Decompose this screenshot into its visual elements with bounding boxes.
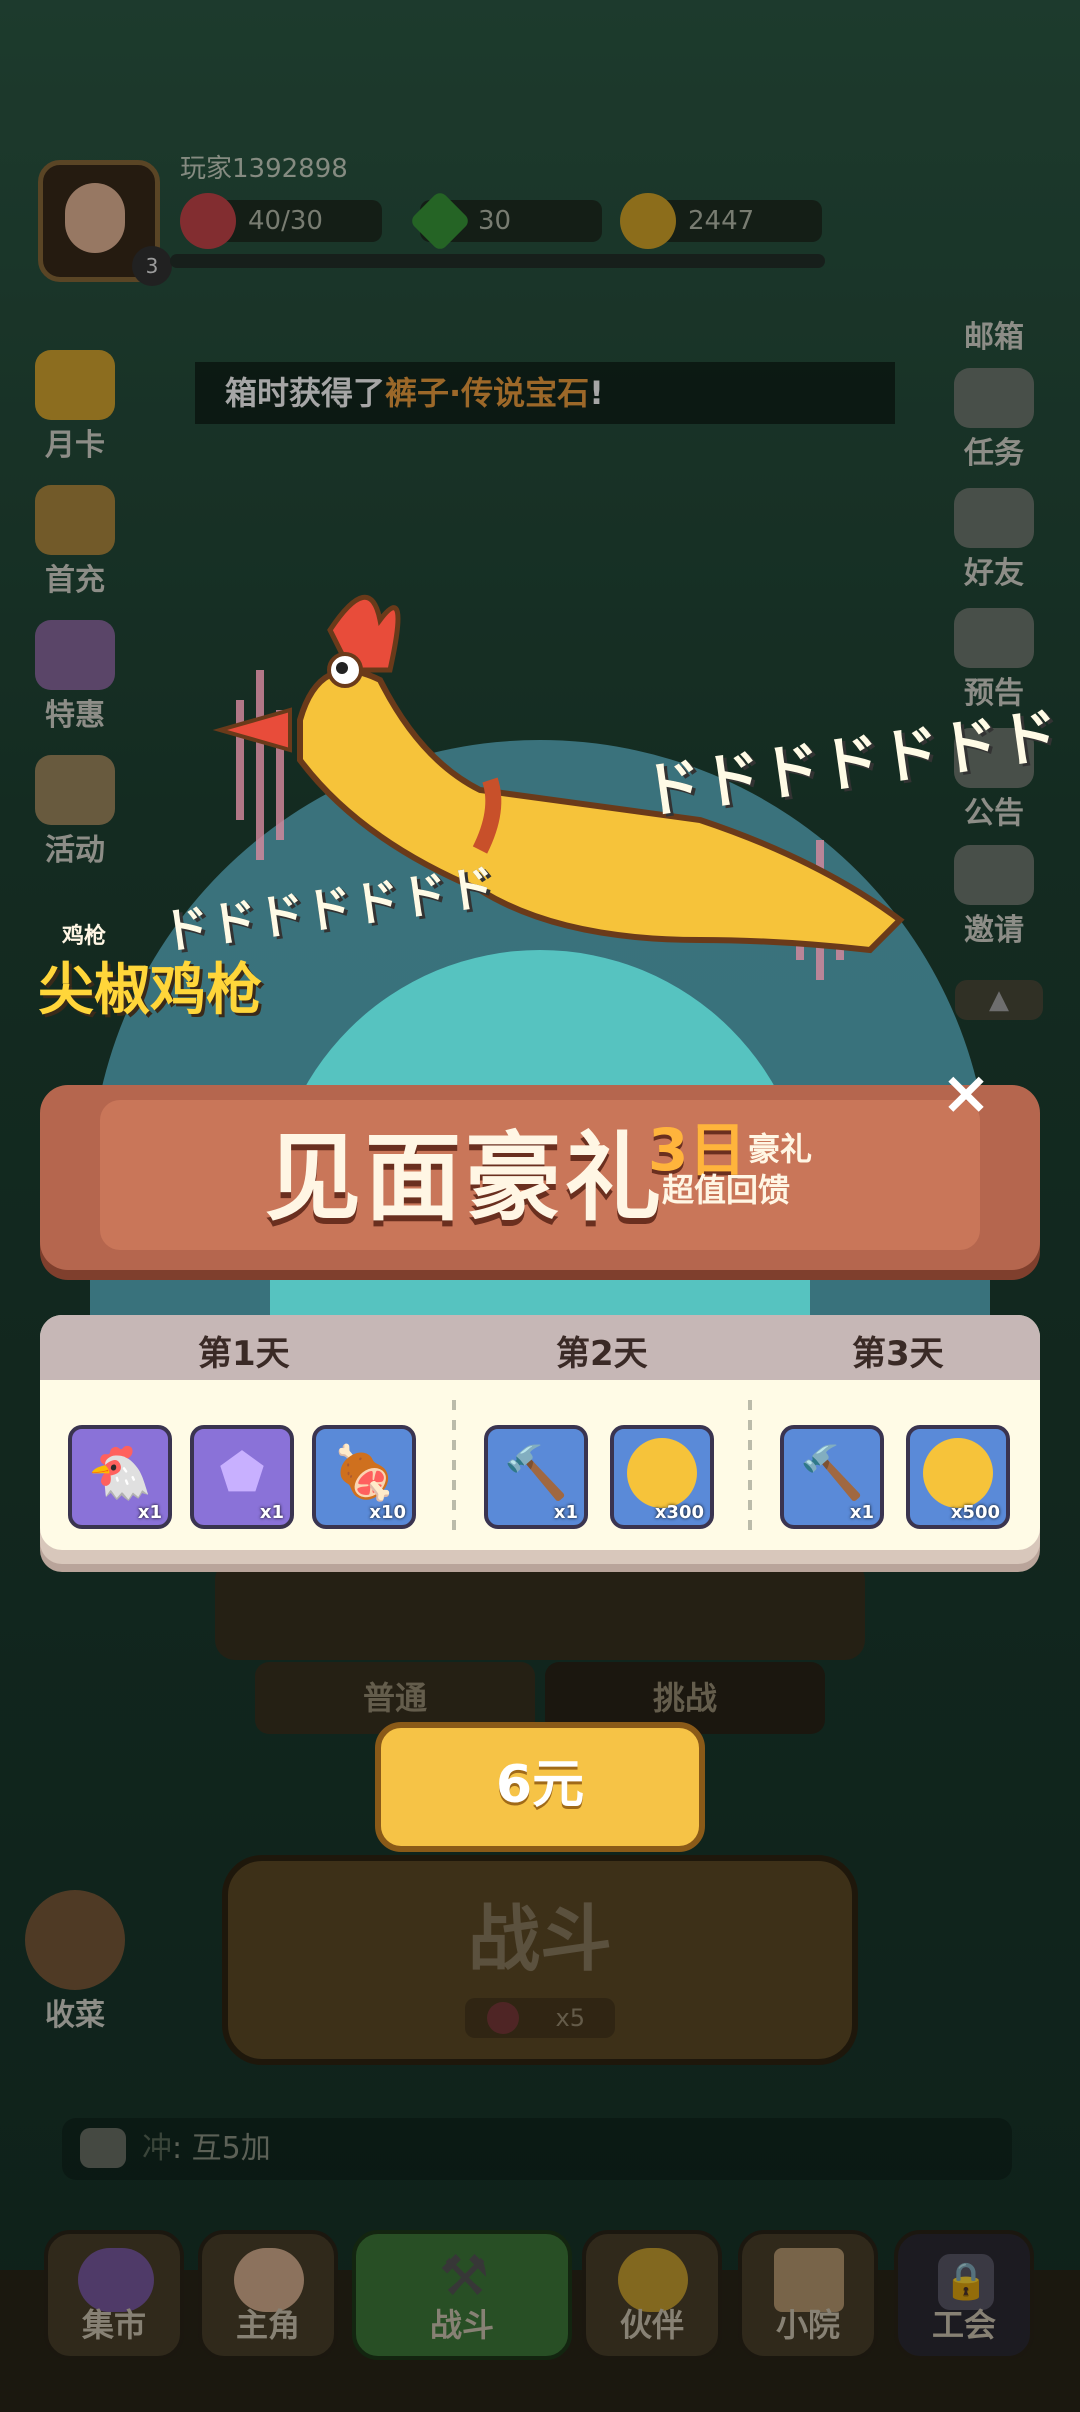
reward-item[interactable]: 🔨 x1 xyxy=(780,1425,884,1529)
reward-item[interactable]: ⬟ x1 xyxy=(190,1425,294,1529)
reward-item[interactable]: x300 xyxy=(610,1425,714,1529)
modal-badge-label: 豪礼 xyxy=(748,1130,813,1168)
day3-label: 第3天 xyxy=(852,1334,944,1374)
coin-icon xyxy=(923,1438,993,1509)
reward-qty: x1 xyxy=(553,1502,578,1523)
chicken-gun-icon: 🐔 xyxy=(87,1443,153,1504)
reward-qty: x10 xyxy=(369,1502,406,1523)
day1-label: 第1天 xyxy=(198,1334,290,1374)
chicken-gun-illustration xyxy=(212,595,905,980)
purple-gem-icon: ⬟ xyxy=(219,1443,265,1504)
reward-item[interactable]: x500 xyxy=(906,1425,1010,1529)
meat-icon: 🍖 xyxy=(331,1443,397,1504)
modal-title: 见面豪礼 xyxy=(265,1122,665,1234)
coin-icon xyxy=(627,1438,697,1509)
purchase-button[interactable]: 6元 xyxy=(375,1722,705,1852)
weapon-name: 尖椒鸡枪 xyxy=(38,958,262,1023)
reward-qty: x500 xyxy=(950,1502,1000,1523)
day2-label: 第2天 xyxy=(556,1334,648,1374)
reward-qty: x300 xyxy=(654,1502,704,1523)
reward-item[interactable]: 🍖 x10 xyxy=(312,1425,416,1529)
close-icon[interactable]: × xyxy=(938,1063,994,1123)
reward-item[interactable]: 🔨 x1 xyxy=(484,1425,588,1529)
hammer-icon: 🔨 xyxy=(503,1443,569,1504)
hammer-icon: 🔨 xyxy=(799,1443,865,1504)
day-divider xyxy=(452,1400,456,1530)
reward-qty: x1 xyxy=(849,1502,874,1523)
modal-subtitle: 超值回馈 xyxy=(662,1171,791,1209)
reward-qty: x1 xyxy=(137,1502,162,1523)
day-divider xyxy=(748,1400,752,1530)
reward-qty: x1 xyxy=(259,1502,284,1523)
reward-item[interactable]: 🐔 x1 xyxy=(68,1425,172,1529)
